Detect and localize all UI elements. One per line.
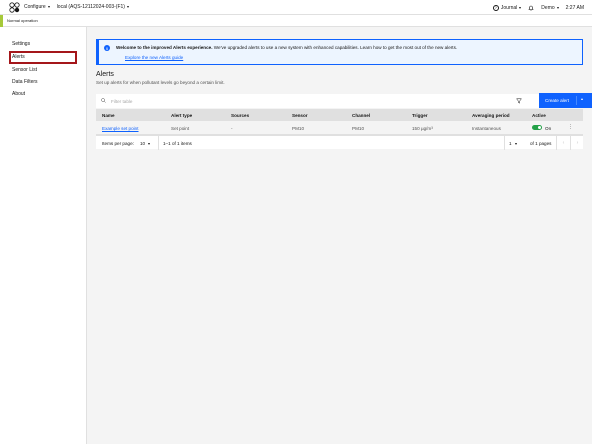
sidebar: Settings Alerts Sensor List Data Filters… — [0, 27, 87, 444]
status-indicator — [0, 14, 3, 27]
column-header-name[interactable]: Name — [102, 113, 115, 118]
notifications-button[interactable] — [528, 5, 534, 11]
alert-type-cell: Set point — [171, 125, 190, 131]
bell-icon — [528, 5, 534, 10]
sources-cell: - — [231, 125, 233, 131]
pager-divider — [158, 136, 159, 150]
status-text: Normal operation — [7, 18, 38, 23]
items-per-page-label: Items per page: — [102, 140, 134, 146]
chevron-down-icon — [148, 142, 151, 145]
page-value: 1 — [509, 140, 512, 146]
main-content: i Welcome to the improved Alerts experie… — [87, 27, 592, 444]
journal-menu[interactable]: ? Journal — [492, 4, 522, 11]
device-menu[interactable]: local (AQS-12112024-003-(F1) — [57, 4, 129, 10]
clock-time: 2:27 AM — [565, 4, 584, 11]
configure-menu[interactable]: Configure — [24, 4, 50, 10]
column-header-alert-type[interactable]: Alert type — [171, 113, 192, 118]
filter-table-input[interactable] — [111, 96, 311, 106]
page-select[interactable]: 1 — [509, 141, 517, 146]
trigger-cell: 150 µg/m³ — [412, 125, 433, 131]
overflow-menu-icon[interactable]: ⋮ — [568, 124, 573, 130]
channel-cell: PM10 — [352, 125, 365, 131]
sensor-cell: PM10 — [292, 125, 305, 131]
notification-text: Welcome to the improved Alerts experienc… — [116, 45, 457, 50]
sidebar-item-about[interactable]: About — [12, 91, 25, 97]
chevron-down-icon — [556, 6, 559, 9]
table-row: Example set point Set point - PM10 PM10 … — [96, 121, 583, 135]
active-toggle-label: On — [545, 125, 552, 131]
info-notification: i Welcome to the improved Alerts experie… — [96, 39, 583, 65]
next-page-button[interactable]: › — [571, 136, 584, 150]
column-header-channel[interactable]: Channel — [352, 113, 370, 118]
total-pages: of 1 pages — [530, 140, 552, 146]
create-alert-button[interactable]: Create alert — [539, 93, 592, 108]
button-divider — [576, 96, 577, 105]
chevron-down-icon — [514, 142, 517, 145]
chevron-down-icon — [126, 6, 129, 8]
status-strip: Normal operation — [0, 14, 592, 27]
sidebar-item-sensor-list[interactable]: Sensor List — [12, 67, 37, 73]
pager-divider — [504, 136, 505, 150]
user-label: Demo — [541, 4, 555, 11]
column-header-sensor[interactable]: Sensor — [292, 113, 308, 118]
search-icon — [101, 98, 106, 103]
item-range: 1–1 of 1 items — [163, 140, 192, 146]
configure-menu-label: Configure — [24, 4, 46, 10]
items-per-page-select[interactable]: 10 — [140, 140, 151, 146]
journal-label: Journal — [500, 4, 518, 11]
alert-name-link[interactable]: Example set point — [102, 126, 139, 131]
alerts-highlight-box — [9, 51, 77, 64]
create-alert-label: Create alert — [545, 98, 570, 103]
pagination: Items per page: 10 1–1 of 1 items 1 of 1… — [96, 135, 584, 150]
table-header: Name Alert type Sources Sensor Channel T… — [96, 109, 583, 121]
alerts-guide-link[interactable]: Explore the new Alerts guide — [125, 55, 183, 60]
items-per-page-value: 10 — [140, 140, 146, 146]
previous-page-button[interactable]: ‹ — [557, 136, 570, 150]
column-header-active[interactable]: Active — [532, 113, 546, 118]
column-header-sources[interactable]: Sources — [231, 113, 249, 118]
chevron-down-icon — [47, 6, 50, 8]
chevron-up-icon[interactable] — [581, 98, 583, 100]
column-header-trigger[interactable]: Trigger — [412, 113, 428, 118]
page-subtitle: Set up alerts for when pollutant levels … — [96, 80, 225, 85]
table-toolbar: Create alert — [96, 93, 592, 108]
help-icon: ? — [492, 4, 499, 11]
page-title: Alerts — [96, 71, 114, 78]
column-header-averaging-period[interactable]: Averaging period — [472, 113, 510, 118]
notification-body: We've upgraded alerts to use a new syste… — [213, 45, 458, 50]
chevron-down-icon — [519, 6, 522, 9]
user-menu[interactable]: Demo — [541, 4, 559, 11]
info-icon: i — [104, 45, 110, 51]
notification-title: Welcome to the improved Alerts experienc… — [116, 45, 213, 50]
device-menu-label: local (AQS-12112024-003-(F1) — [56, 4, 125, 10]
active-toggle[interactable] — [532, 125, 542, 130]
averaging-period-cell: Instantaneous — [472, 125, 501, 131]
sidebar-item-settings[interactable]: Settings — [12, 41, 30, 47]
filter-icon[interactable] — [516, 98, 522, 104]
sidebar-item-data-filters[interactable]: Data Filters — [12, 79, 38, 85]
top-bar: Configure local (AQS-12112024-003-(F1) ?… — [0, 0, 592, 15]
app-logo-icon[interactable] — [8, 1, 20, 13]
